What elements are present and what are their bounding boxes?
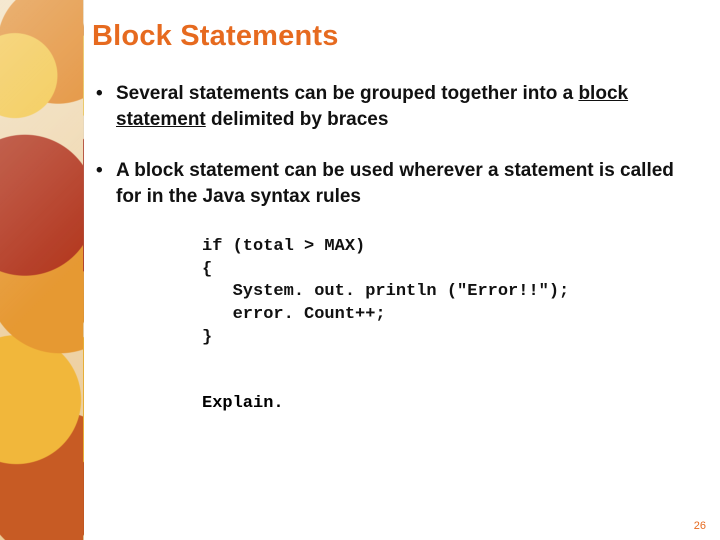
bullet-text-pre: A block statement can be used wherever a… [116, 160, 674, 207]
bullet-item: A block statement can be used wherever a… [92, 158, 684, 209]
page-title: Block Statements [92, 20, 684, 53]
code-snippet: if (total > MAX) { System. out. println … [202, 236, 684, 351]
decorative-leaf-strip [0, 0, 84, 540]
slide-content: Block Statements Several statements can … [88, 20, 700, 520]
bullet-text-pre: Several statements can be grouped togeth… [116, 83, 578, 104]
explain-label: Explain. [202, 394, 684, 413]
bullet-text-post: delimited by braces [206, 109, 389, 130]
bullet-list: Several statements can be grouped togeth… [92, 81, 684, 210]
bullet-item: Several statements can be grouped togeth… [92, 81, 684, 132]
page-number: 26 [694, 520, 706, 532]
